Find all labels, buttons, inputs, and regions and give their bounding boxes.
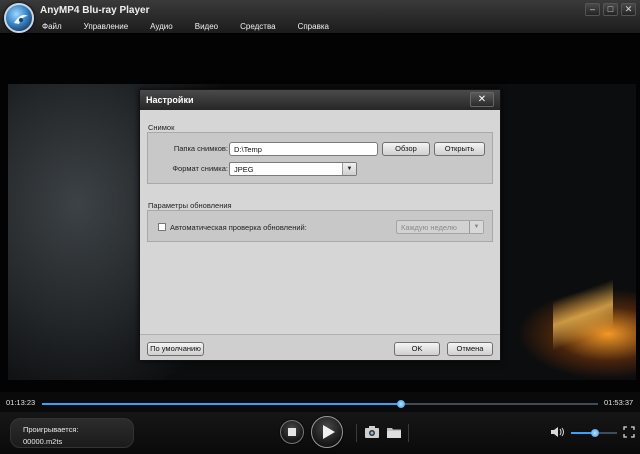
- menu-file[interactable]: Файл: [42, 22, 62, 34]
- title-bar: AnyMP4 Blu-ray Player Файл Управление Ау…: [0, 0, 640, 34]
- snapshot-button[interactable]: [364, 425, 380, 439]
- divider: [356, 424, 357, 442]
- menu-video[interactable]: Видео: [195, 22, 218, 34]
- fullscreen-button[interactable]: [623, 426, 635, 438]
- folder-icon: [387, 428, 401, 438]
- update-frequency-select: Каждую неделю ▼: [396, 220, 484, 234]
- volume-handle[interactable]: [590, 429, 599, 437]
- settings-dialog: Настройки ✕ Снимок Папка снимков: D:\Tem…: [139, 89, 501, 361]
- fullscreen-icon: [623, 426, 635, 438]
- updates-group: Автоматическая проверка обновлений: Кажд…: [147, 210, 493, 242]
- open-folder-button[interactable]: [386, 425, 402, 439]
- open-button[interactable]: Открыть: [434, 142, 485, 156]
- minimize-button[interactable]: –: [585, 3, 600, 16]
- mute-button[interactable]: [550, 425, 566, 439]
- snapshot-format-select[interactable]: JPEG ▼: [229, 162, 357, 176]
- control-bar: Проигрывается: 00000.m2ts: [0, 412, 640, 454]
- elapsed-time: 01:13:23: [6, 398, 36, 407]
- format-label: Формат снимка:: [172, 164, 228, 173]
- camera-icon: [365, 426, 379, 438]
- dialog-close-button[interactable]: ✕: [470, 92, 494, 107]
- play-icon: [323, 425, 335, 439]
- stop-button[interactable]: [280, 420, 304, 444]
- ok-button[interactable]: OK: [394, 342, 440, 356]
- dialog-footer: По умолчанию OK Отмена: [140, 334, 500, 360]
- chevron-down-icon: ▼: [469, 221, 483, 233]
- stop-icon: [288, 428, 296, 436]
- defaults-button[interactable]: По умолчанию: [147, 342, 204, 356]
- snapshot-section-label: Снимок: [148, 123, 175, 132]
- progress-row: 01:13:23 01:53:37: [0, 392, 640, 412]
- snapshot-group: Папка снимков: D:\Temp Обзор Открыть Фор…: [147, 132, 493, 184]
- menu-help[interactable]: Справка: [298, 22, 329, 34]
- file-name: 00000.m2ts: [23, 437, 63, 446]
- seek-bar[interactable]: [42, 400, 598, 408]
- chevron-down-icon: ▼: [342, 163, 356, 175]
- seek-bar-fill: [42, 403, 401, 405]
- menu-audio[interactable]: Аудио: [150, 22, 173, 34]
- speaker-icon: [551, 427, 564, 437]
- menu-tools[interactable]: Средства: [240, 22, 275, 34]
- auto-update-checkbox[interactable]: [158, 223, 166, 231]
- dialog-title: Настройки: [146, 95, 194, 105]
- maximize-button[interactable]: □: [603, 3, 618, 16]
- menu-control[interactable]: Управление: [84, 22, 128, 34]
- window-controls: – □ ✕: [585, 3, 636, 16]
- app-logo-icon: [4, 3, 34, 33]
- seek-handle[interactable]: [396, 400, 405, 408]
- volume-slider[interactable]: [571, 429, 617, 437]
- auto-update-label: Автоматическая проверка обновлений:: [170, 223, 307, 232]
- menu-bar: Файл Управление Аудио Видео Средства Спр…: [42, 22, 351, 34]
- divider: [408, 424, 409, 442]
- total-time: 01:53:37: [604, 398, 634, 407]
- snapshot-folder-input[interactable]: D:\Temp: [229, 142, 378, 156]
- frequency-value: Каждую неделю: [401, 223, 457, 232]
- close-button[interactable]: ✕: [621, 3, 636, 16]
- updates-section-label: Параметры обновления: [148, 201, 232, 210]
- browse-button[interactable]: Обзор: [382, 142, 430, 156]
- format-value: JPEG: [234, 165, 254, 174]
- now-playing-box: Проигрывается: 00000.m2ts: [10, 418, 134, 448]
- cancel-button[interactable]: Отмена: [447, 342, 493, 356]
- status-label: Проигрывается:: [23, 425, 79, 434]
- play-button[interactable]: [311, 416, 343, 448]
- dialog-title-bar: Настройки ✕: [140, 90, 500, 110]
- folder-label: Папка снимков:: [173, 144, 228, 153]
- app-title: AnyMP4 Blu-ray Player: [40, 5, 150, 16]
